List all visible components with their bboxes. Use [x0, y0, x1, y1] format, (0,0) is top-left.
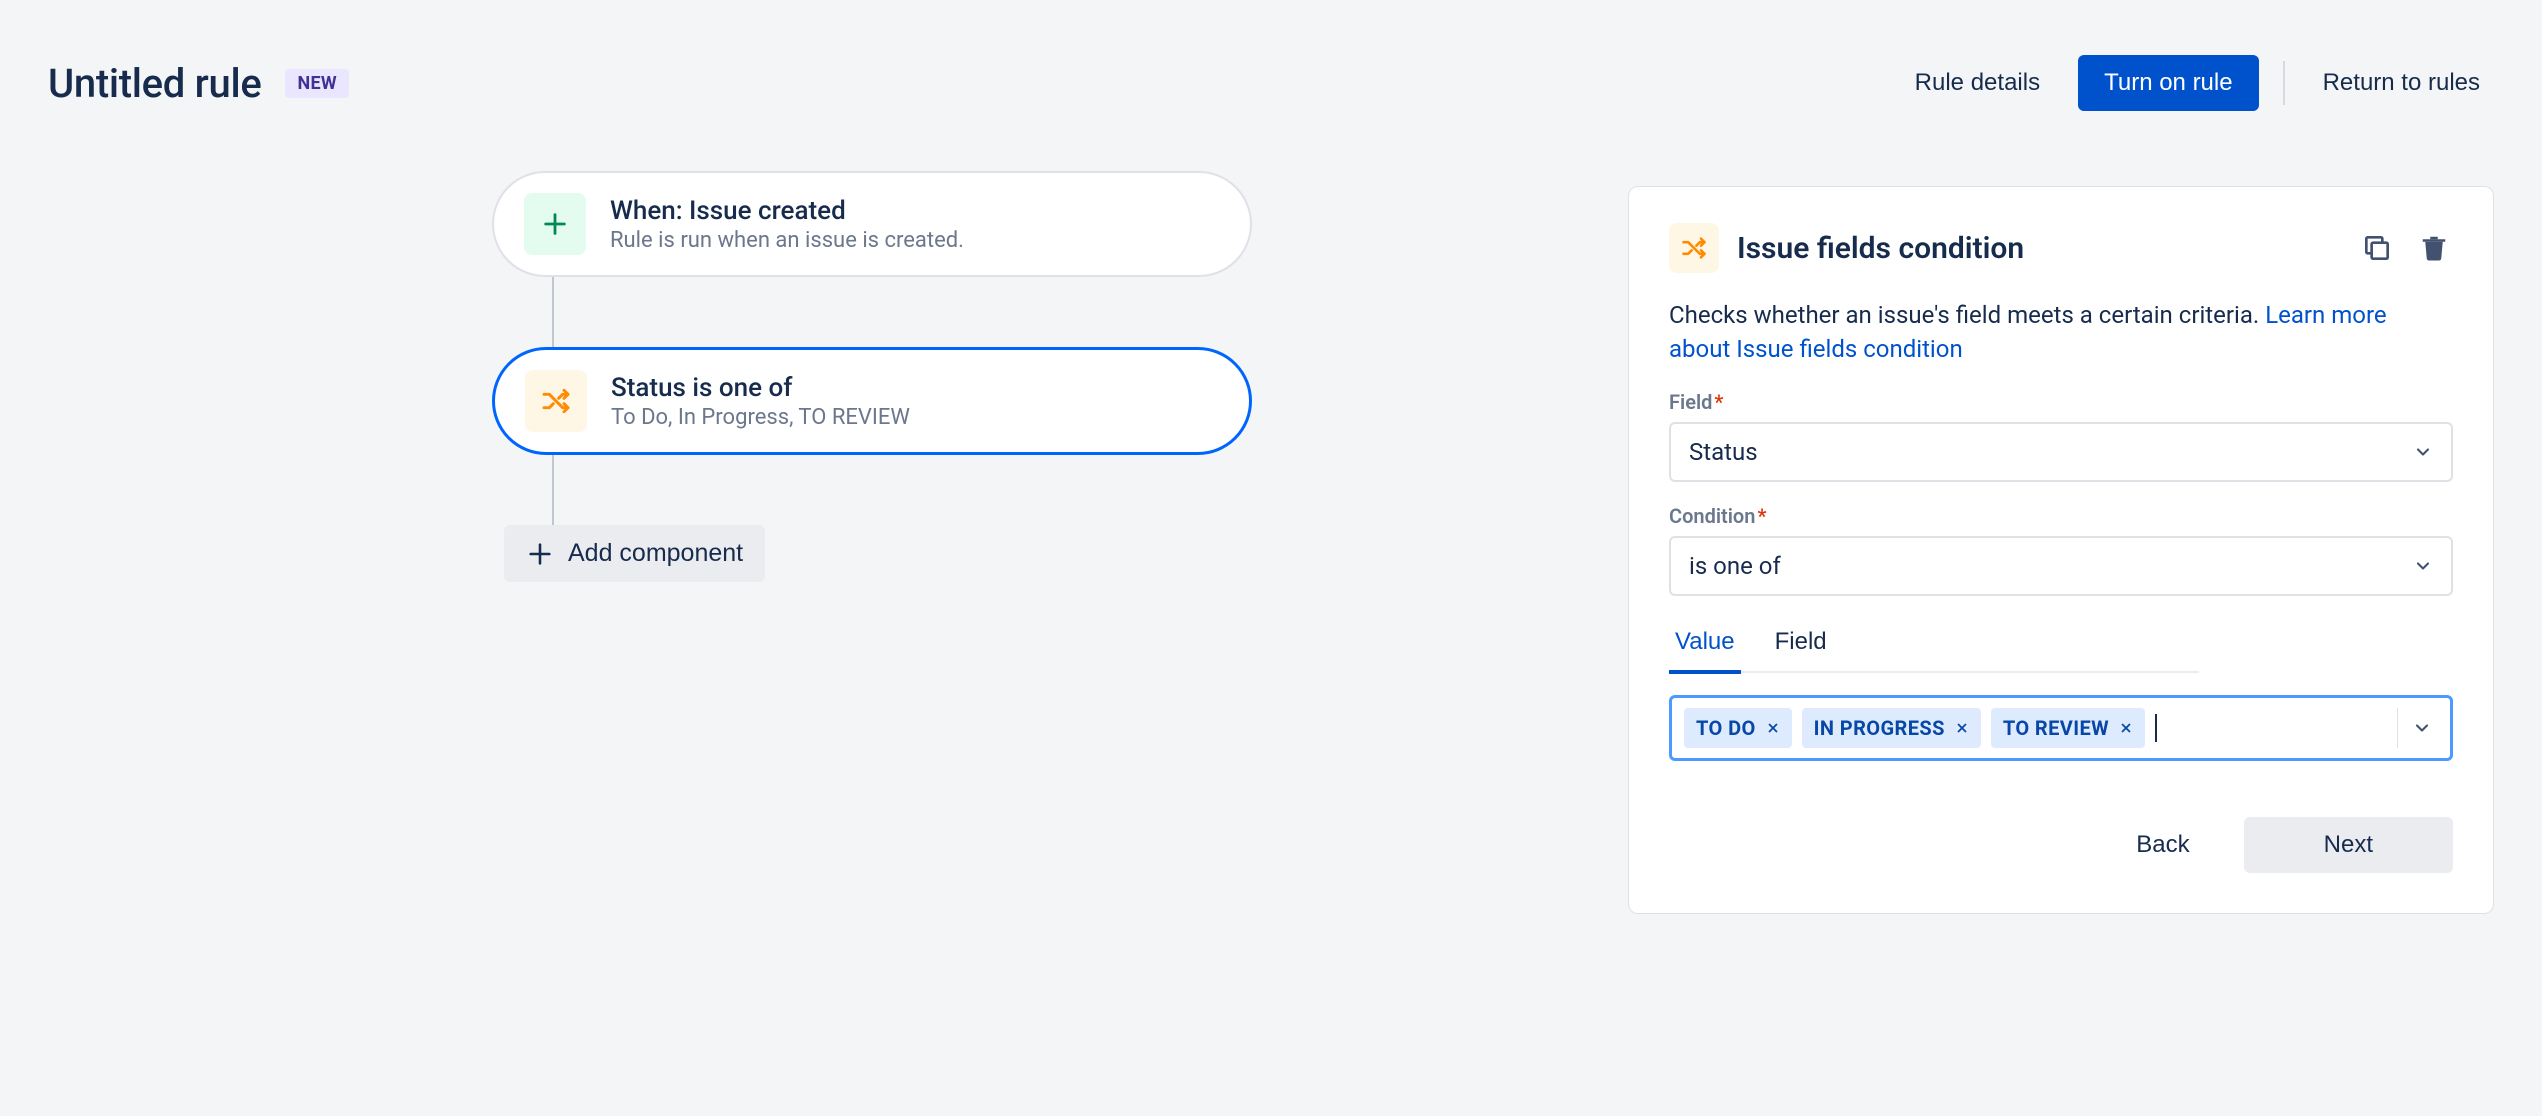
condition-config-panel: Issue fields condition Checks whether an… [1628, 186, 2494, 914]
condition-title: Status is one of [611, 373, 910, 403]
next-button[interactable]: Next [2244, 817, 2453, 873]
plus-icon [524, 193, 586, 255]
remove-chip-icon[interactable] [1766, 721, 1780, 735]
remove-chip-icon[interactable] [1955, 721, 1969, 735]
chip-label: TO REVIEW [2003, 716, 2109, 740]
back-button[interactable]: Back [2106, 817, 2219, 873]
condition-subtitle: To Do, In Progress, TO REVIEW [611, 405, 910, 430]
trigger-title: When: Issue created [610, 196, 964, 226]
chip-in-progress[interactable]: IN PROGRESS [1802, 708, 1981, 748]
value-multiselect[interactable]: TO DO IN PROGRESS TO REVIEW [1669, 695, 2453, 761]
field-label: Field* [1669, 390, 2453, 414]
panel-description: Checks whether an issue's field meets a … [1669, 299, 2453, 366]
field-select[interactable]: Status [1669, 422, 2453, 482]
required-asterisk: * [1757, 504, 1766, 528]
select-divider [2397, 708, 2398, 748]
chip-to-do[interactable]: TO DO [1684, 708, 1792, 748]
panel-desc-text: Checks whether an issue's field meets a … [1669, 301, 2265, 329]
panel-title: Issue fields condition [1737, 231, 2024, 266]
connector-line-2 [552, 455, 554, 525]
chip-label: TO DO [1696, 716, 1756, 740]
plus-icon [526, 540, 554, 568]
shuffle-icon [1669, 223, 1719, 273]
turn-on-rule-button[interactable]: Turn on rule [2078, 55, 2259, 111]
chip-label: IN PROGRESS [1814, 716, 1945, 740]
trigger-subtitle: Rule is run when an issue is created. [610, 228, 964, 253]
page-header: Untitled rule NEW Rule details Turn on r… [48, 55, 2494, 111]
connector-line [552, 277, 554, 347]
trigger-node[interactable]: When: Issue created Rule is run when an … [492, 171, 1252, 277]
new-badge: NEW [285, 69, 348, 98]
condition-select[interactable]: is one of [1669, 536, 2453, 596]
chevron-down-icon[interactable] [2412, 718, 2432, 738]
page-title: Untitled rule [48, 60, 261, 107]
rule-canvas: When: Issue created Rule is run when an … [492, 171, 1252, 582]
condition-node[interactable]: Status is one of To Do, In Progress, TO … [492, 347, 1252, 455]
input-cursor [2155, 714, 2157, 742]
tab-value[interactable]: Value [1669, 618, 1741, 674]
header-divider [2283, 61, 2285, 105]
remove-chip-icon[interactable] [2119, 721, 2133, 735]
rule-details-button[interactable]: Rule details [1901, 57, 2054, 109]
required-asterisk: * [1714, 390, 1723, 414]
shuffle-icon [525, 370, 587, 432]
copy-button[interactable] [2357, 228, 2397, 268]
value-field-tabs: Value Field [1669, 618, 2199, 673]
condition-label: Condition* [1669, 504, 2453, 528]
add-component-button[interactable]: Add component [504, 525, 765, 582]
chip-to-review[interactable]: TO REVIEW [1991, 708, 2145, 748]
return-to-rules-button[interactable]: Return to rules [2309, 57, 2494, 109]
add-component-label: Add component [568, 539, 743, 568]
tab-field[interactable]: Field [1769, 618, 1833, 674]
delete-button[interactable] [2415, 229, 2453, 267]
